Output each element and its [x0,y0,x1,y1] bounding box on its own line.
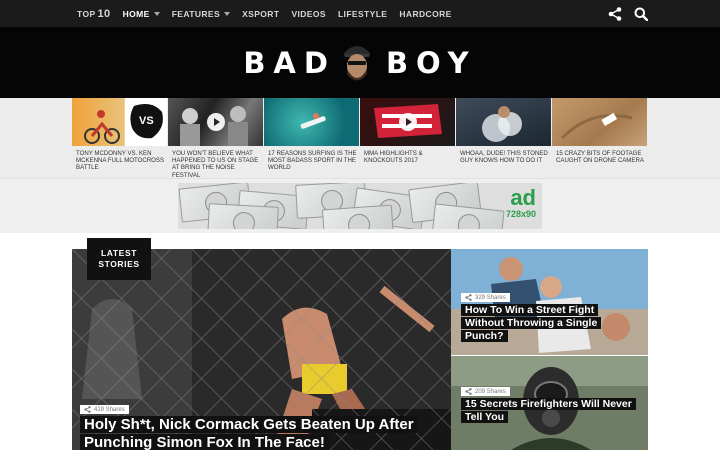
side-story-title-text: 15 Secrets Firefighters Will Never Tell … [461,398,636,423]
nav-item-features-label: FEATURES [171,8,221,19]
latest-stories-label: LATEST STORIES [87,238,151,280]
ad-banner[interactable]: ad 728x90 [178,183,542,229]
site-header: BAD BOY [0,27,720,98]
trending-thumbnail[interactable] [168,98,263,146]
ad-row: ad 728x90 [0,178,720,233]
top-navigation: TOP 10 HOME FEATURES XSPORT VIDEOS LIFES… [0,0,720,27]
smoke-image [482,106,522,142]
nav-item-home-label: HOME [122,8,150,19]
nav-item-top10-prefix: TOP [77,8,96,19]
side-story[interactable]: 209 Shares 15 Secrets Firefighters Will … [451,356,648,450]
trending-caption: MMA HIGHLIGHTS & KNOCKOUTS 2017 [364,150,423,165]
play-icon[interactable] [206,113,225,131]
site-logo[interactable]: BAD BOY [243,41,476,85]
trending-thumbnail[interactable]: VS [72,98,167,146]
nav-item-lifestyle-label: LIFESTYLE [337,8,388,19]
latest-stories-line1: LATEST [100,248,138,258]
trending-caption: 17 REASONS SURFING IS THE MOST BADASS SP… [268,150,357,172]
trending-card[interactable]: YOU WON'T BELIEVE WHAT HAPPENED TO US ON… [168,98,263,179]
search-icon[interactable] [634,7,648,21]
nav-item-top10-number: 10 [97,7,111,20]
drone-footage-image [560,112,633,140]
share-count: 419 Shares [80,405,129,414]
share-count: 209 Shares [461,387,510,396]
share-icon [465,388,472,395]
trending-card[interactable]: 15 CRAZY BITS OF FOOTAGE CAUGHT ON DRONE… [552,98,647,164]
money-graphic [431,203,505,229]
logo-face-icon [343,45,370,80]
nav-icons [608,0,648,27]
main-story-title-text: Holy Sh*t, Nick Cormack Gets Beaten Up A… [80,416,418,450]
nav-item-top10[interactable]: TOP 10 [77,8,111,20]
share-icon [465,294,472,301]
side-story-title-text: How To Win a Street Fight Without Throwi… [461,304,602,342]
side-story-title[interactable]: 15 Secrets Firefighters Will Never Tell … [461,398,646,424]
trending-caption: WHOAA, DUDE! THIS STONED GUY KNOWS HOW T… [460,150,548,165]
money-graphic [321,204,395,229]
main-story-title[interactable]: Holy Sh*t, Nick Cormack Gets Beaten Up A… [80,416,425,450]
play-icon[interactable] [398,113,417,131]
money-graphic [207,203,279,229]
nav-item-hardcore[interactable]: HARDCORE [399,9,451,19]
nav-item-hardcore-label: HARDCORE [399,8,452,19]
latest-stories-line2: STORIES [98,259,140,269]
nav-item-home[interactable]: HOME [123,9,160,19]
ad-brand: ad [510,185,536,210]
vs-graphic: VS [139,115,154,127]
trending-card[interactable]: 17 REASONS SURFING IS THE MOST BADASS SP… [264,98,359,172]
trending-caption: 15 CRAZY BITS OF FOOTAGE CAUGHT ON DRONE… [556,150,644,165]
trending-card[interactable]: MMA HIGHLIGHTS & KNOCKOUTS 2017 [360,98,455,164]
trending-card[interactable]: VS TONY MCDONNY VS. KEN MCKENNA FULL MOT… [72,98,167,172]
surfer-image [300,113,326,129]
side-story-title[interactable]: How To Win a Street Fight Without Throwi… [461,304,621,342]
trending-thumbnail[interactable] [552,98,647,146]
trending-thumbnail[interactable] [360,98,455,146]
chevron-down-icon [153,11,160,16]
share-count-text: 209 Shares [475,388,506,395]
ad-size: 728x90 [505,209,536,219]
side-story[interactable]: 329 Shares How To Win a Street Fight Wit… [451,249,648,355]
share-count-text: 419 Shares [94,406,125,413]
ad-label: ad 728x90 [505,185,536,220]
nav-item-features[interactable]: FEATURES [171,8,231,19]
share-count: 329 Shares [461,293,510,302]
trending-strip: VS TONY MCDONNY VS. KEN MCKENNA FULL MOT… [0,98,720,179]
trending-caption: TONY MCDONNY VS. KEN MCKENNA FULL MOTOCR… [76,150,165,172]
share-icon [84,406,91,413]
logo-text-right: BOY [385,45,477,80]
trending-card[interactable]: WHOAA, DUDE! THIS STONED GUY KNOWS HOW T… [456,98,551,164]
trending-thumbnail[interactable] [456,98,551,146]
nav-item-videos[interactable]: VIDEOS [291,9,326,19]
logo-text-left: BAD [243,45,336,80]
chevron-down-icon [224,11,231,16]
nav-item-videos-label: VIDEOS [291,8,326,19]
trending-caption: YOU WON'T BELIEVE WHAT HAPPENED TO US ON… [172,150,259,179]
nav-item-xsport-label: XSPORT [242,8,280,19]
share-count-text: 329 Shares [475,294,506,301]
nav-item-xsport[interactable]: XSPORT [242,9,279,19]
trending-thumbnail[interactable] [264,98,359,146]
nav-item-lifestyle[interactable]: LIFESTYLE [338,9,387,19]
share-icon[interactable] [608,6,622,21]
